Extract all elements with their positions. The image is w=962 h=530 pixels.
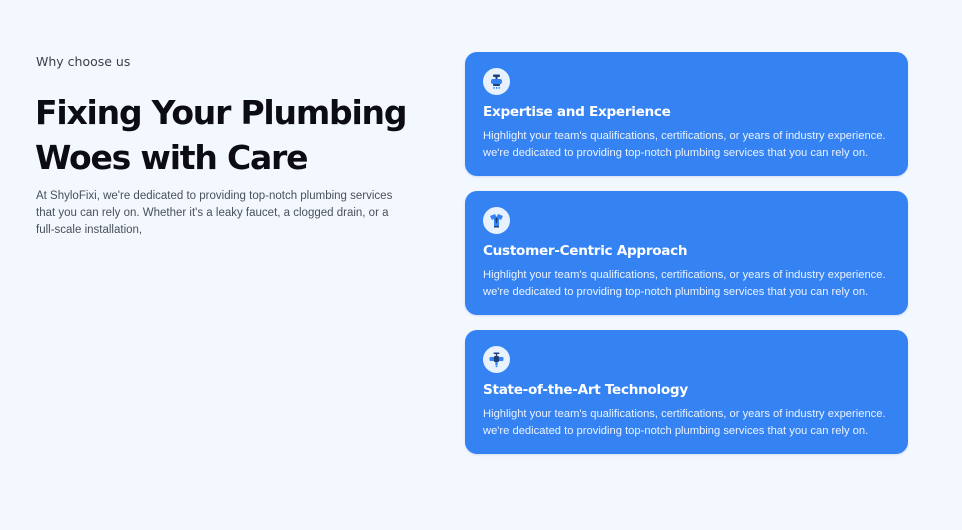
feature-card-technology: State-of-the-Art Technology Highlight yo… (465, 330, 908, 454)
feature-card-customer-centric: Customer-Centric Approach Highlight your… (465, 191, 908, 315)
pipe-valve-icon (483, 346, 510, 373)
feature-title: Customer-Centric Approach (483, 243, 688, 259)
faucet-icon (483, 68, 510, 95)
feature-description: Highlight your team's qualifications, ce… (483, 269, 886, 298)
eyebrow-label: Why choose us (36, 54, 131, 69)
feature-description: Highlight your team's qualifications, ce… (483, 130, 886, 159)
feature-card-expertise: Expertise and Experience Highlight your … (465, 52, 908, 176)
section-headline: Fixing Your Plumbing Woes with Care (35, 93, 407, 177)
feature-cards: Expertise and Experience Highlight your … (465, 52, 908, 469)
feature-title: Expertise and Experience (483, 104, 671, 120)
feature-title: State-of-the-Art Technology (483, 382, 688, 398)
section-intro: At ShyloFixi, we're dedicated to providi… (36, 190, 393, 236)
feature-description: Highlight your team's qualifications, ce… (483, 408, 886, 437)
customer-service-icon (483, 207, 510, 234)
